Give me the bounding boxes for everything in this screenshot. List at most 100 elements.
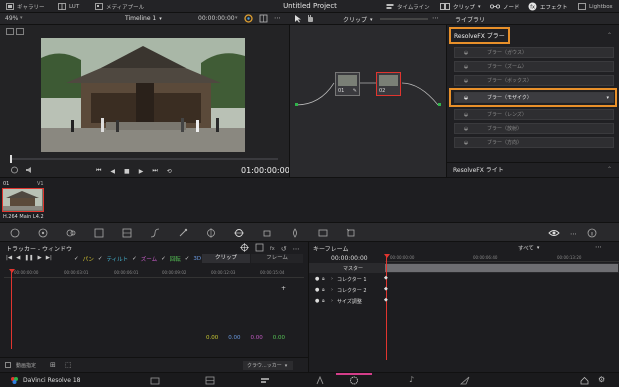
timeline-selector[interactable]: Timeline 1 ▾ bbox=[125, 15, 162, 22]
skip-to-end-icon[interactable]: ⏭ bbox=[152, 167, 157, 175]
chevron-down-icon[interactable]: ▾ bbox=[606, 95, 609, 101]
keyframe-track-corrector1[interactable]: ● 🔒︎ › コレクター 1 bbox=[309, 274, 385, 284]
rgb-mixer-icon[interactable] bbox=[66, 228, 76, 240]
zoom-option[interactable]: ズーム bbox=[141, 255, 157, 263]
checkmark-icon[interactable]: ✓ bbox=[161, 256, 166, 262]
color-wheels-icon[interactable] bbox=[38, 228, 48, 240]
fx-item[interactable]: ◒ ブラー（方向） bbox=[454, 137, 614, 148]
record-dot-icon[interactable]: ● bbox=[315, 298, 319, 304]
keyframe-track-sizing[interactable]: ● 🔒︎ › サイズ調整 bbox=[309, 296, 385, 306]
fairlight-page-icon[interactable]: ♪ bbox=[409, 375, 414, 384]
scopes-icon[interactable] bbox=[548, 228, 560, 240]
sizing-icon[interactable] bbox=[346, 228, 356, 240]
audio-icon[interactable] bbox=[25, 166, 34, 176]
record-dot-icon[interactable]: ● bbox=[315, 276, 319, 282]
chevron-right-icon[interactable]: › bbox=[331, 276, 333, 282]
clip-mode-selector[interactable]: クリップ ▾ bbox=[343, 15, 373, 25]
viewer-mode-icon[interactable] bbox=[6, 28, 24, 37]
checkmark-icon[interactable]: ✓ bbox=[74, 256, 79, 262]
tab-clip[interactable]: クリップ bbox=[202, 254, 250, 263]
keyframe-playhead[interactable] bbox=[386, 256, 387, 360]
gear-icon[interactable]: ⚙ bbox=[598, 375, 605, 384]
color-page-icon[interactable] bbox=[349, 376, 359, 387]
fusion-page-icon[interactable] bbox=[315, 375, 325, 387]
reset-icon[interactable]: ↺ bbox=[281, 245, 287, 253]
track-reverse-icon[interactable]: ◀ bbox=[16, 255, 20, 261]
stabilize-icon[interactable] bbox=[255, 243, 264, 254]
clip-thumbnail[interactable] bbox=[2, 188, 44, 212]
play-icon[interactable]: ▶ bbox=[139, 168, 144, 175]
zoom-level[interactable]: 49% bbox=[5, 15, 18, 22]
lightbox-button[interactable]: Lightbox bbox=[578, 2, 613, 11]
lock-icon[interactable]: 🔒︎ bbox=[322, 298, 325, 304]
zoom-slider[interactable] bbox=[380, 18, 428, 20]
fx-icon[interactable]: fx bbox=[270, 246, 275, 252]
nodes-button[interactable]: ノード bbox=[490, 2, 520, 11]
checkmark-icon[interactable]: ✓ bbox=[132, 256, 137, 262]
checkmark-icon[interactable]: ✓ bbox=[185, 256, 190, 262]
tilt-option[interactable]: ティルト bbox=[107, 255, 129, 263]
qualifier-icon[interactable] bbox=[178, 228, 188, 240]
info-icon[interactable] bbox=[587, 228, 597, 240]
blur-icon[interactable] bbox=[290, 228, 300, 240]
grid-icon[interactable] bbox=[259, 14, 268, 25]
library-section-blur[interactable]: ResolveFX ブラー ⌃ bbox=[447, 26, 619, 44]
clips-button[interactable]: クリップ ▾ bbox=[440, 2, 481, 11]
cut-page-icon[interactable] bbox=[205, 376, 215, 387]
node-02[interactable]: 02 bbox=[376, 72, 401, 96]
media-page-icon[interactable] bbox=[150, 376, 160, 387]
chevron-right-icon[interactable]: › bbox=[331, 298, 333, 304]
fx-item[interactable]: ◒ ブラー（放射） bbox=[454, 123, 614, 134]
color-wheel-icon[interactable] bbox=[244, 14, 253, 25]
keyframe-track-master[interactable]: マスター bbox=[309, 263, 619, 273]
fx-item[interactable]: ◒ ブラー（ズーム） bbox=[454, 61, 614, 72]
pointer-icon[interactable] bbox=[294, 14, 302, 25]
node-editor[interactable]: 01 ✎ 02 bbox=[289, 25, 446, 177]
plus-icon[interactable]: + bbox=[281, 285, 286, 292]
library-tab[interactable]: ライブラリ bbox=[455, 15, 485, 24]
media-pool-button[interactable]: メディアプール bbox=[95, 2, 144, 11]
library-section-light[interactable]: ResolveFX ライト ⌃ bbox=[447, 162, 619, 176]
keyframe-diamond-icon[interactable]: ◆ bbox=[384, 275, 388, 281]
more-options-icon[interactable]: ⋯ bbox=[595, 243, 602, 251]
chevron-up-icon[interactable]: ⌃ bbox=[607, 166, 612, 173]
3d-option[interactable]: 3D bbox=[193, 256, 201, 262]
hdr-icon[interactable] bbox=[122, 228, 132, 240]
tracker-mode-select[interactable]: クラウ...ッカー ▾ bbox=[243, 361, 293, 370]
pan-option[interactable]: パン bbox=[83, 255, 94, 263]
lock-icon[interactable]: 🔒︎ bbox=[322, 276, 325, 282]
deliver-page-icon[interactable] bbox=[459, 376, 470, 387]
timeline-button[interactable]: タイムライン bbox=[386, 2, 430, 11]
reverse-play-icon[interactable]: ◀ bbox=[110, 168, 115, 175]
key-icon[interactable] bbox=[318, 228, 328, 240]
more-options-icon[interactable]: ⋯ bbox=[432, 14, 439, 22]
rotate-option[interactable]: 回転 bbox=[170, 255, 181, 263]
more-options-icon[interactable]: ⋯ bbox=[293, 245, 300, 253]
point-add-icon[interactable]: ⊞ bbox=[50, 361, 56, 369]
tracker-playhead[interactable] bbox=[11, 269, 12, 349]
more-options-icon[interactable]: ⋯ bbox=[570, 230, 577, 238]
chevron-right-icon[interactable]: › bbox=[331, 287, 333, 293]
loop-icon[interactable] bbox=[10, 166, 19, 176]
keyframe-track-corrector2[interactable]: ● 🔒︎ › コレクター 2 bbox=[309, 285, 385, 295]
viewer-scrubber[interactable] bbox=[10, 155, 278, 163]
fx-item[interactable]: ◒ ブラー（ボックス） bbox=[454, 75, 614, 86]
keyframe-diamond-icon[interactable]: ◆ bbox=[384, 297, 388, 303]
chevron-down-icon[interactable]: ▾ bbox=[20, 15, 23, 21]
tracker-ruler[interactable]: 00:00:00:00 00:00:03:01 00:00:06:01 00:0… bbox=[4, 266, 304, 278]
video-frame[interactable] bbox=[41, 38, 245, 152]
lock-icon[interactable]: 🔒︎ bbox=[322, 287, 325, 293]
keyframe-ruler[interactable]: 00:00:00:00 00:00:06:40 00:00:13:20 bbox=[385, 252, 619, 262]
node-01[interactable]: 01 ✎ bbox=[335, 72, 360, 96]
magic-mask-icon[interactable] bbox=[262, 228, 272, 240]
record-dot-icon[interactable]: ● bbox=[315, 287, 319, 293]
analysis-checkbox[interactable] bbox=[5, 362, 11, 368]
keyframe-filter[interactable]: すべて ▾ bbox=[518, 244, 539, 252]
tracker-icon[interactable] bbox=[234, 228, 244, 240]
window-icon[interactable] bbox=[206, 228, 216, 240]
track-reverse-frame-icon[interactable]: |◀ bbox=[6, 255, 12, 261]
scrubber-handle[interactable] bbox=[10, 155, 12, 163]
loop-playback-icon[interactable]: ⟲ bbox=[167, 168, 172, 175]
checkmark-icon[interactable]: ✓ bbox=[98, 256, 103, 262]
effects-button[interactable]: fx エフェクト bbox=[528, 2, 568, 11]
